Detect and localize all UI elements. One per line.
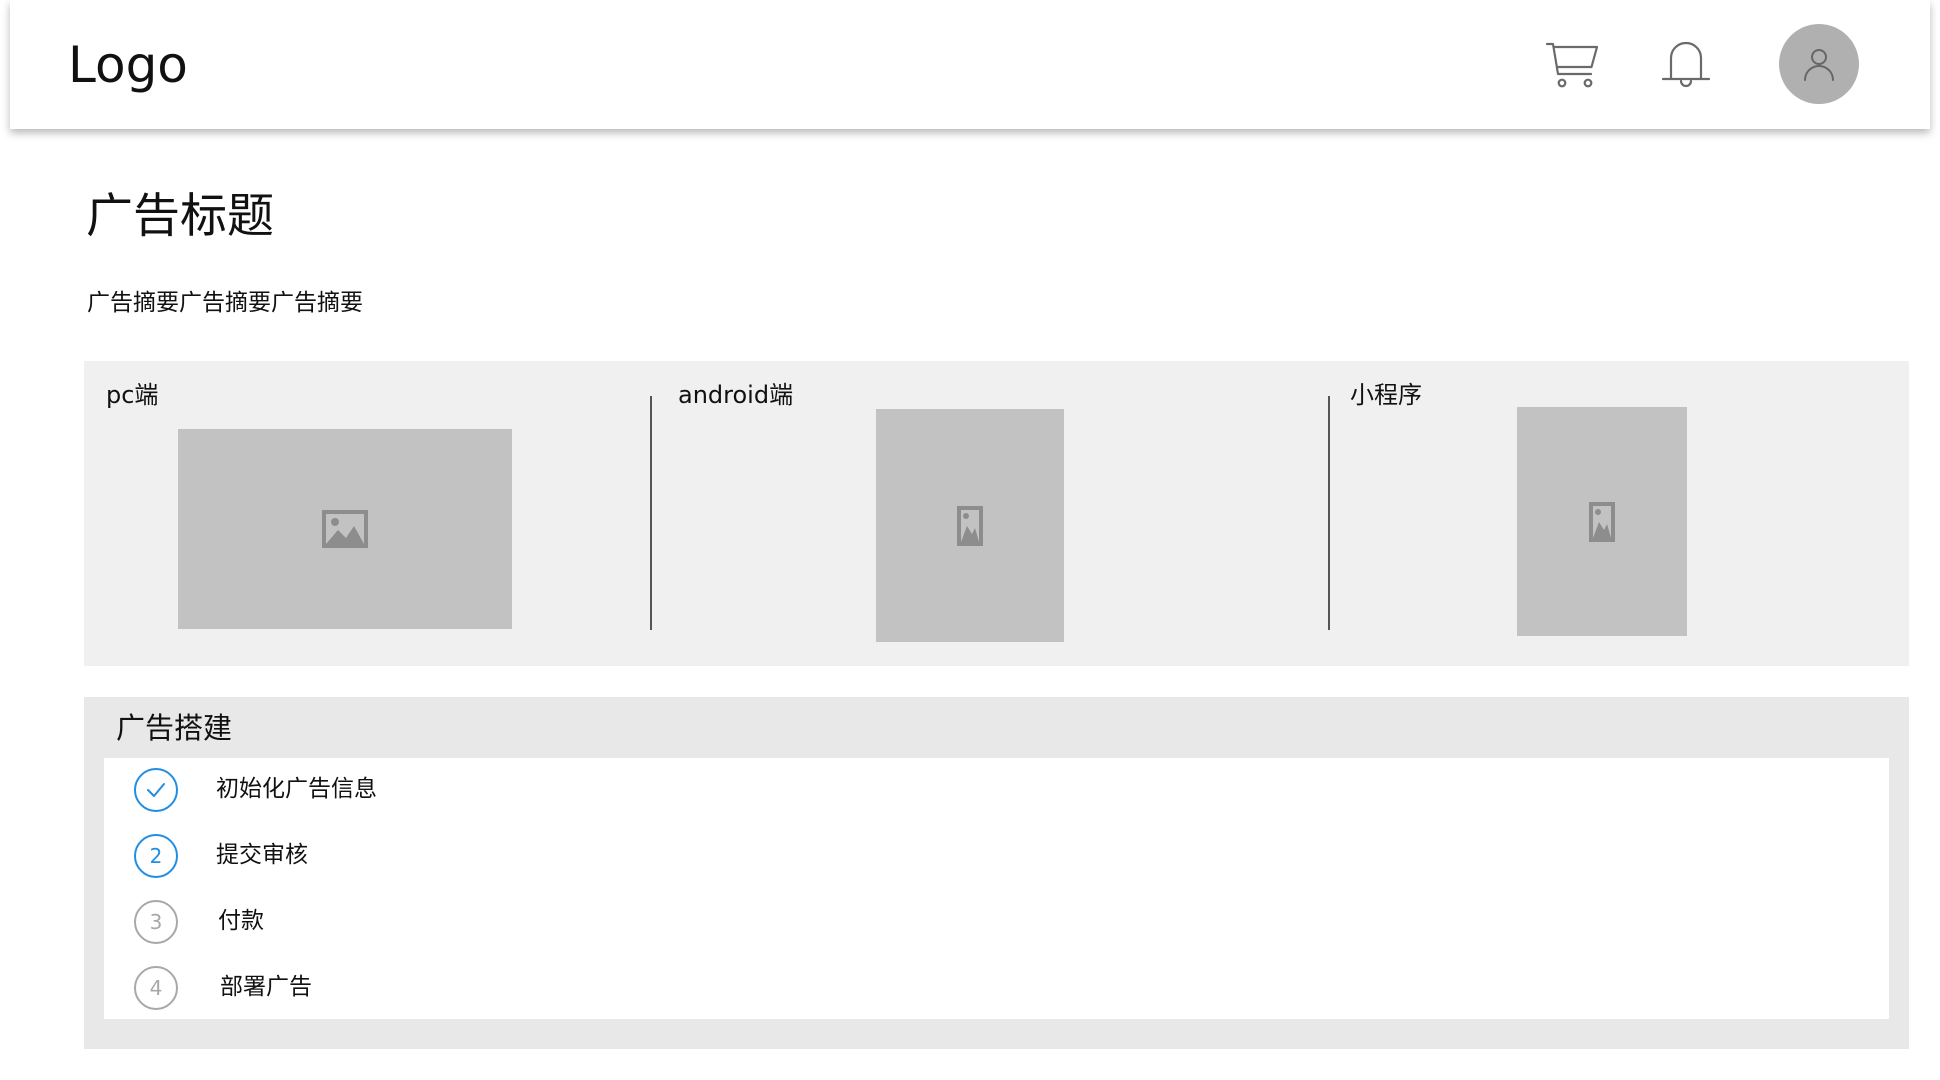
platform-label-miniprogram: 小程序 — [1350, 381, 1422, 409]
platform-label-pc: pc端 — [106, 381, 159, 409]
step-label: 提交审核 — [216, 842, 308, 868]
step-number: 2 — [134, 834, 178, 878]
bell-icon[interactable] — [1658, 36, 1714, 92]
step-label: 初始化广告信息 — [216, 776, 377, 802]
build-section-title: 广告搭建 — [116, 711, 233, 745]
step-label: 付款 — [218, 908, 264, 934]
page-title: 广告标题 — [86, 189, 274, 244]
step-number: 4 — [134, 966, 178, 1010]
step-number: 3 — [134, 900, 178, 944]
top-nav-bar: Logo — [10, 0, 1930, 129]
platform-preview-panel: pc端 android端 小程序 — [84, 361, 1909, 666]
image-portrait-icon — [957, 505, 983, 546]
steps-list: 初始化广告信息 2 提交审核 3 付款 4 部署广告 — [104, 758, 1889, 1019]
logo[interactable]: Logo — [68, 34, 188, 96]
user-icon — [1804, 49, 1834, 81]
step-item[interactable]: 3 付款 — [134, 900, 734, 944]
step-item[interactable]: 初始化广告信息 — [134, 768, 734, 812]
step-label: 部署广告 — [220, 974, 312, 1000]
step-item[interactable]: 2 提交审核 — [134, 834, 734, 878]
check-icon — [147, 783, 165, 797]
android-preview-image[interactable] — [876, 409, 1064, 642]
cart-icon[interactable] — [1545, 38, 1601, 94]
column-divider — [1328, 396, 1330, 630]
platform-label-android: android端 — [678, 381, 794, 409]
avatar[interactable] — [1779, 24, 1859, 104]
column-divider — [650, 396, 652, 630]
image-portrait-icon — [1589, 501, 1615, 542]
pc-preview-image[interactable] — [178, 429, 512, 629]
step-item[interactable]: 4 部署广告 — [134, 966, 734, 1010]
miniprogram-preview-image[interactable] — [1517, 407, 1687, 636]
image-landscape-icon — [322, 510, 368, 548]
step-check-circle — [134, 768, 178, 812]
ad-build-panel: 广告搭建 初始化广告信息 2 提交审核 3 付款 4 部署广告 — [84, 697, 1909, 1049]
ad-summary: 广告摘要广告摘要广告摘要 — [87, 290, 363, 316]
